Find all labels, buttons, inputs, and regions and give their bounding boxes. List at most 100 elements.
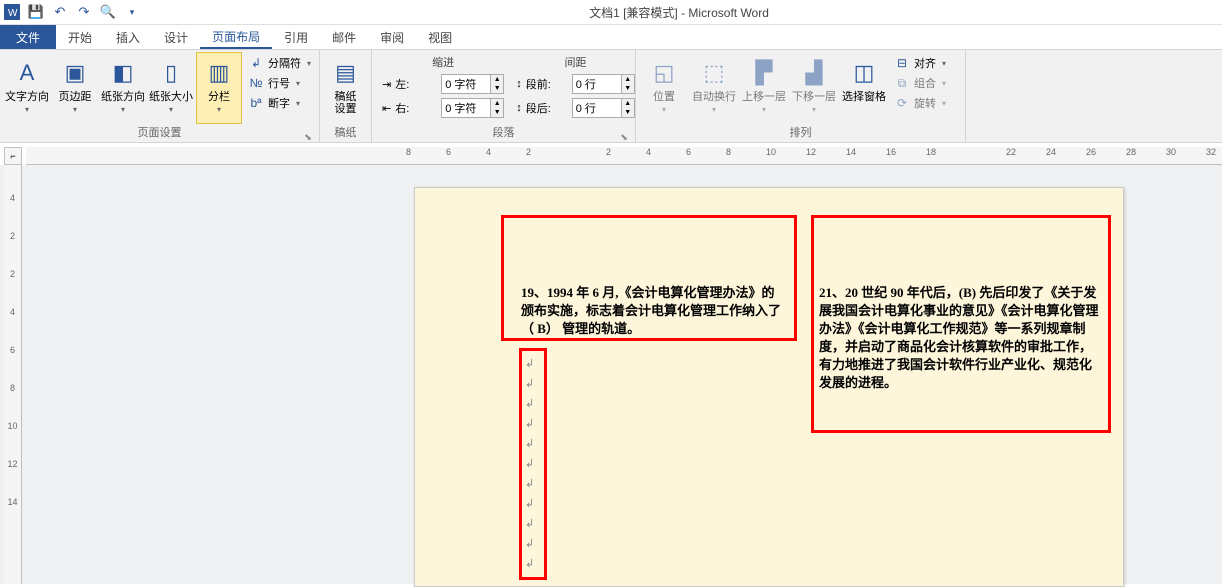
ruler-tick: 4 <box>486 147 526 157</box>
dialog-launcher-icon[interactable]: ⬊ <box>619 130 629 140</box>
group-button[interactable]: ⧉组合▾ <box>890 74 950 92</box>
ruler-tick: 8 <box>4 383 21 393</box>
tab-home[interactable]: 开始 <box>56 25 104 49</box>
send-backward-button[interactable]: ▟下移一层▾ <box>790 52 838 124</box>
ruler-tick: 4 <box>646 147 686 157</box>
ruler-tick: 4 <box>4 307 21 317</box>
indent-right-spinner[interactable]: ▲▼ <box>441 98 504 118</box>
ruler-tick <box>966 147 1006 157</box>
spin-down-icon[interactable]: ▼ <box>491 84 503 93</box>
tab-page-layout[interactable]: 页面布局 <box>200 25 272 49</box>
indent-right-input[interactable] <box>442 102 490 114</box>
chevron-down-icon: ▾ <box>662 105 666 114</box>
spacing-before-icon: ↕ <box>516 78 522 90</box>
tab-view[interactable]: 视图 <box>416 25 464 49</box>
vertical-ruler[interactable]: 422468101214 <box>4 165 22 584</box>
chevron-down-icon: ▾ <box>762 105 766 114</box>
manuscript-settings-button[interactable]: ▤ 稿纸 设置 <box>324 52 367 124</box>
undo-icon[interactable]: ↶ <box>52 4 68 20</box>
rotate-button[interactable]: ⟳旋转▾ <box>890 94 950 112</box>
margins-icon: ▣ <box>59 57 91 89</box>
ruler-tick: 14 <box>4 497 21 507</box>
ruler-tick: 10 <box>4 421 21 431</box>
tab-insert[interactable]: 插入 <box>104 25 152 49</box>
breaks-button[interactable]: ↲分隔符▾ <box>244 54 315 72</box>
save-icon[interactable]: 💾 <box>28 4 44 20</box>
ruler-tick: 6 <box>686 147 726 157</box>
document-text-col1[interactable]: 19、1994 年 6 月,《会计电算化管理办法》的颁布实施，标志着会计电算化管… <box>521 284 787 338</box>
margins-button[interactable]: ▣ 页边距 ▾ <box>52 52 98 124</box>
chevron-down-icon: ▾ <box>73 105 77 114</box>
text-direction-button[interactable]: A 文字方向 ▾ <box>4 52 50 124</box>
bring-forward-icon: ▛ <box>748 57 780 89</box>
paper-size-icon: ▯ <box>155 57 187 89</box>
document-text-col2[interactable]: 21、20 世纪 90 年代后，(B) 先后印发了《关于发展我国会计电算化事业的… <box>819 284 1103 392</box>
selection-pane-button[interactable]: ◫选择窗格 <box>840 52 888 124</box>
tab-mailings[interactable]: 邮件 <box>320 25 368 49</box>
ruler-tick: 26 <box>1086 147 1126 157</box>
ruler-tick: 2 <box>526 147 566 157</box>
spin-down-icon[interactable]: ▼ <box>622 84 634 93</box>
indent-label: 缩进 <box>382 54 504 70</box>
redo-icon[interactable]: ↷ <box>76 4 92 20</box>
ruler-tick: 4 <box>4 193 21 203</box>
spacing-before-input[interactable] <box>573 78 621 90</box>
size-button[interactable]: ▯ 纸张大小 ▾ <box>148 52 194 124</box>
spin-up-icon[interactable]: ▲ <box>491 99 503 108</box>
paragraph-marks: ↲↲↲↲↲↲↲↲↲↲↲ <box>525 354 534 574</box>
columns-button[interactable]: ▥ 分栏 ▾ <box>196 52 242 124</box>
word-app-icon: W <box>4 4 20 20</box>
indent-left-icon: ⇥ <box>382 78 391 91</box>
ruler-tick: 2 <box>606 147 646 157</box>
orientation-icon: ◧ <box>107 57 139 89</box>
hyphenation-button[interactable]: bª断字▾ <box>244 94 315 112</box>
page-setup-group-label: 页面设置 <box>138 127 182 139</box>
spacing-before-spinner[interactable]: ▲▼ <box>572 74 635 94</box>
spin-down-icon[interactable]: ▼ <box>622 108 634 117</box>
orientation-button[interactable]: ◧ 纸张方向 ▾ <box>100 52 146 124</box>
document-page[interactable]: 19、1994 年 6 月,《会计电算化管理办法》的颁布实施，标志着会计电算化管… <box>414 187 1124 587</box>
arrange-group-label: 排列 <box>640 126 961 142</box>
tab-design[interactable]: 设计 <box>152 25 200 49</box>
spacing-after-spinner[interactable]: ▲▼ <box>572 98 635 118</box>
align-icon: ⊟ <box>894 55 910 71</box>
selection-pane-icon: ◫ <box>848 57 880 89</box>
ruler-tick: 28 <box>1126 147 1166 157</box>
position-button[interactable]: ◱位置▾ <box>640 52 688 124</box>
rotate-icon: ⟳ <box>894 95 910 111</box>
tab-file[interactable]: 文件 <box>0 25 56 49</box>
tab-references[interactable]: 引用 <box>272 25 320 49</box>
columns-icon: ▥ <box>203 57 235 89</box>
preview-icon[interactable]: 🔍 <box>100 4 116 20</box>
indent-left-spinner[interactable]: ▲▼ <box>441 74 504 94</box>
horizontal-ruler[interactable]: 8642246810121416182224262830323436384042… <box>26 147 1222 165</box>
tab-review[interactable]: 审阅 <box>368 25 416 49</box>
chevron-down-icon: ▾ <box>296 99 300 108</box>
spin-down-icon[interactable]: ▼ <box>491 108 503 117</box>
line-numbers-icon: № <box>248 75 264 91</box>
ruler-tick: 2 <box>4 269 21 279</box>
ruler-corner[interactable]: ⌐ <box>4 147 22 165</box>
indent-left-input[interactable] <box>442 78 490 90</box>
chevron-down-icon: ▾ <box>296 79 300 88</box>
ribbon-tabs: 文件 开始 插入 设计 页面布局 引用 邮件 审阅 视图 <box>0 25 1222 50</box>
spin-up-icon[interactable]: ▲ <box>491 75 503 84</box>
spacing-after-icon: ↕ <box>516 102 522 114</box>
line-numbers-button[interactable]: №行号▾ <box>244 74 315 92</box>
spacing-after-input[interactable] <box>573 102 621 114</box>
spin-up-icon[interactable]: ▲ <box>622 99 634 108</box>
chevron-down-icon: ▾ <box>942 59 946 68</box>
align-button[interactable]: ⊟对齐▾ <box>890 54 950 72</box>
window-title: 文档1 [兼容模式] - Microsoft Word <box>140 4 1218 21</box>
qat-more-icon[interactable]: ▾ <box>124 4 140 20</box>
ruler-tick: 18 <box>926 147 966 157</box>
dialog-launcher-icon[interactable]: ⬊ <box>303 130 313 140</box>
ruler-tick: 6 <box>446 147 486 157</box>
bring-forward-button[interactable]: ▛上移一层▾ <box>740 52 788 124</box>
chevron-down-icon: ▾ <box>121 105 125 114</box>
ruler-tick: 24 <box>1046 147 1086 157</box>
ruler-tick: 8 <box>406 147 446 157</box>
indent-right-icon: ⇤ <box>382 102 391 115</box>
spin-up-icon[interactable]: ▲ <box>622 75 634 84</box>
wrap-text-button[interactable]: ⬚自动换行▾ <box>690 52 738 124</box>
